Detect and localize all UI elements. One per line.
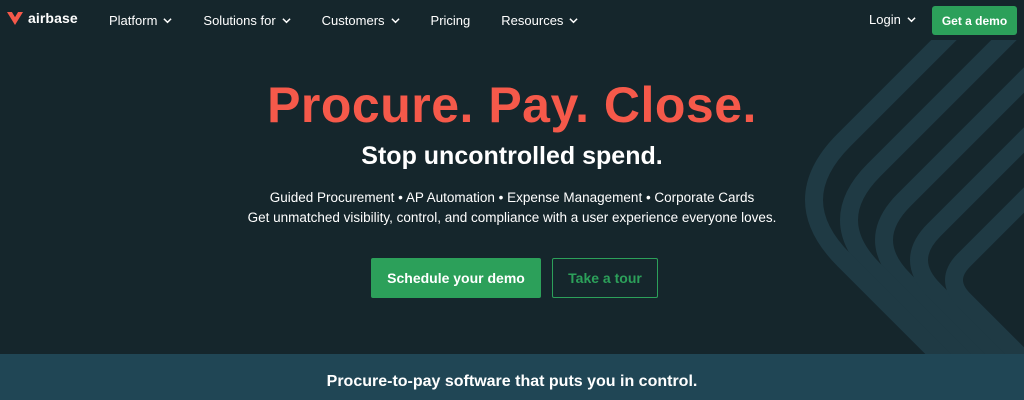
nav-item-resources[interactable]: Resources: [501, 12, 579, 28]
info-band-text: Procure-to-pay software that puts you in…: [326, 373, 698, 390]
nav-item-pricing[interactable]: Pricing: [431, 13, 471, 28]
hero-subtitle: Stop uncontrolled spend.: [361, 142, 663, 170]
nav-links: Platform Solutions for Customers Pricing…: [109, 0, 609, 40]
page: airbase Platform Solutions for Customers…: [0, 0, 1024, 400]
nav-item-solutions[interactable]: Solutions for: [203, 12, 291, 28]
nav-item-label: Customers: [321, 12, 385, 28]
airbase-logo-icon: [7, 12, 23, 25]
nav-item-platform[interactable]: Platform: [109, 12, 173, 28]
schedule-demo-button[interactable]: Schedule your demo: [371, 258, 541, 298]
hero-description: Get unmatched visibility, control, and c…: [247, 210, 777, 225]
nav-item-label: Platform: [109, 12, 158, 28]
nav-item-customers[interactable]: Customers: [322, 13, 400, 28]
nav-item-label: Pricing: [430, 12, 471, 28]
brand-name: airbase: [28, 10, 78, 26]
hero-features: Guided Procurement • AP Automation • Exp…: [269, 190, 755, 205]
login-link[interactable]: Login: [869, 12, 916, 27]
chevron-down-icon: [390, 17, 400, 23]
get-demo-button[interactable]: Get a demo: [932, 6, 1017, 35]
chevron-down-icon: [569, 17, 579, 23]
take-tour-button[interactable]: Take a tour: [552, 258, 658, 298]
hero-title: Procure. Pay. Close.: [267, 77, 757, 133]
login-label: Login: [869, 12, 901, 27]
nav-item-label: Solutions for: [203, 12, 276, 28]
nav-item-label: Resources: [501, 12, 564, 28]
chevron-down-icon: [907, 17, 916, 23]
chevron-down-icon: [282, 17, 291, 23]
top-navigation: airbase Platform Solutions for Customers…: [0, 0, 1024, 40]
chevron-down-icon: [163, 17, 173, 23]
brand-logo[interactable]: airbase: [6, 9, 78, 27]
